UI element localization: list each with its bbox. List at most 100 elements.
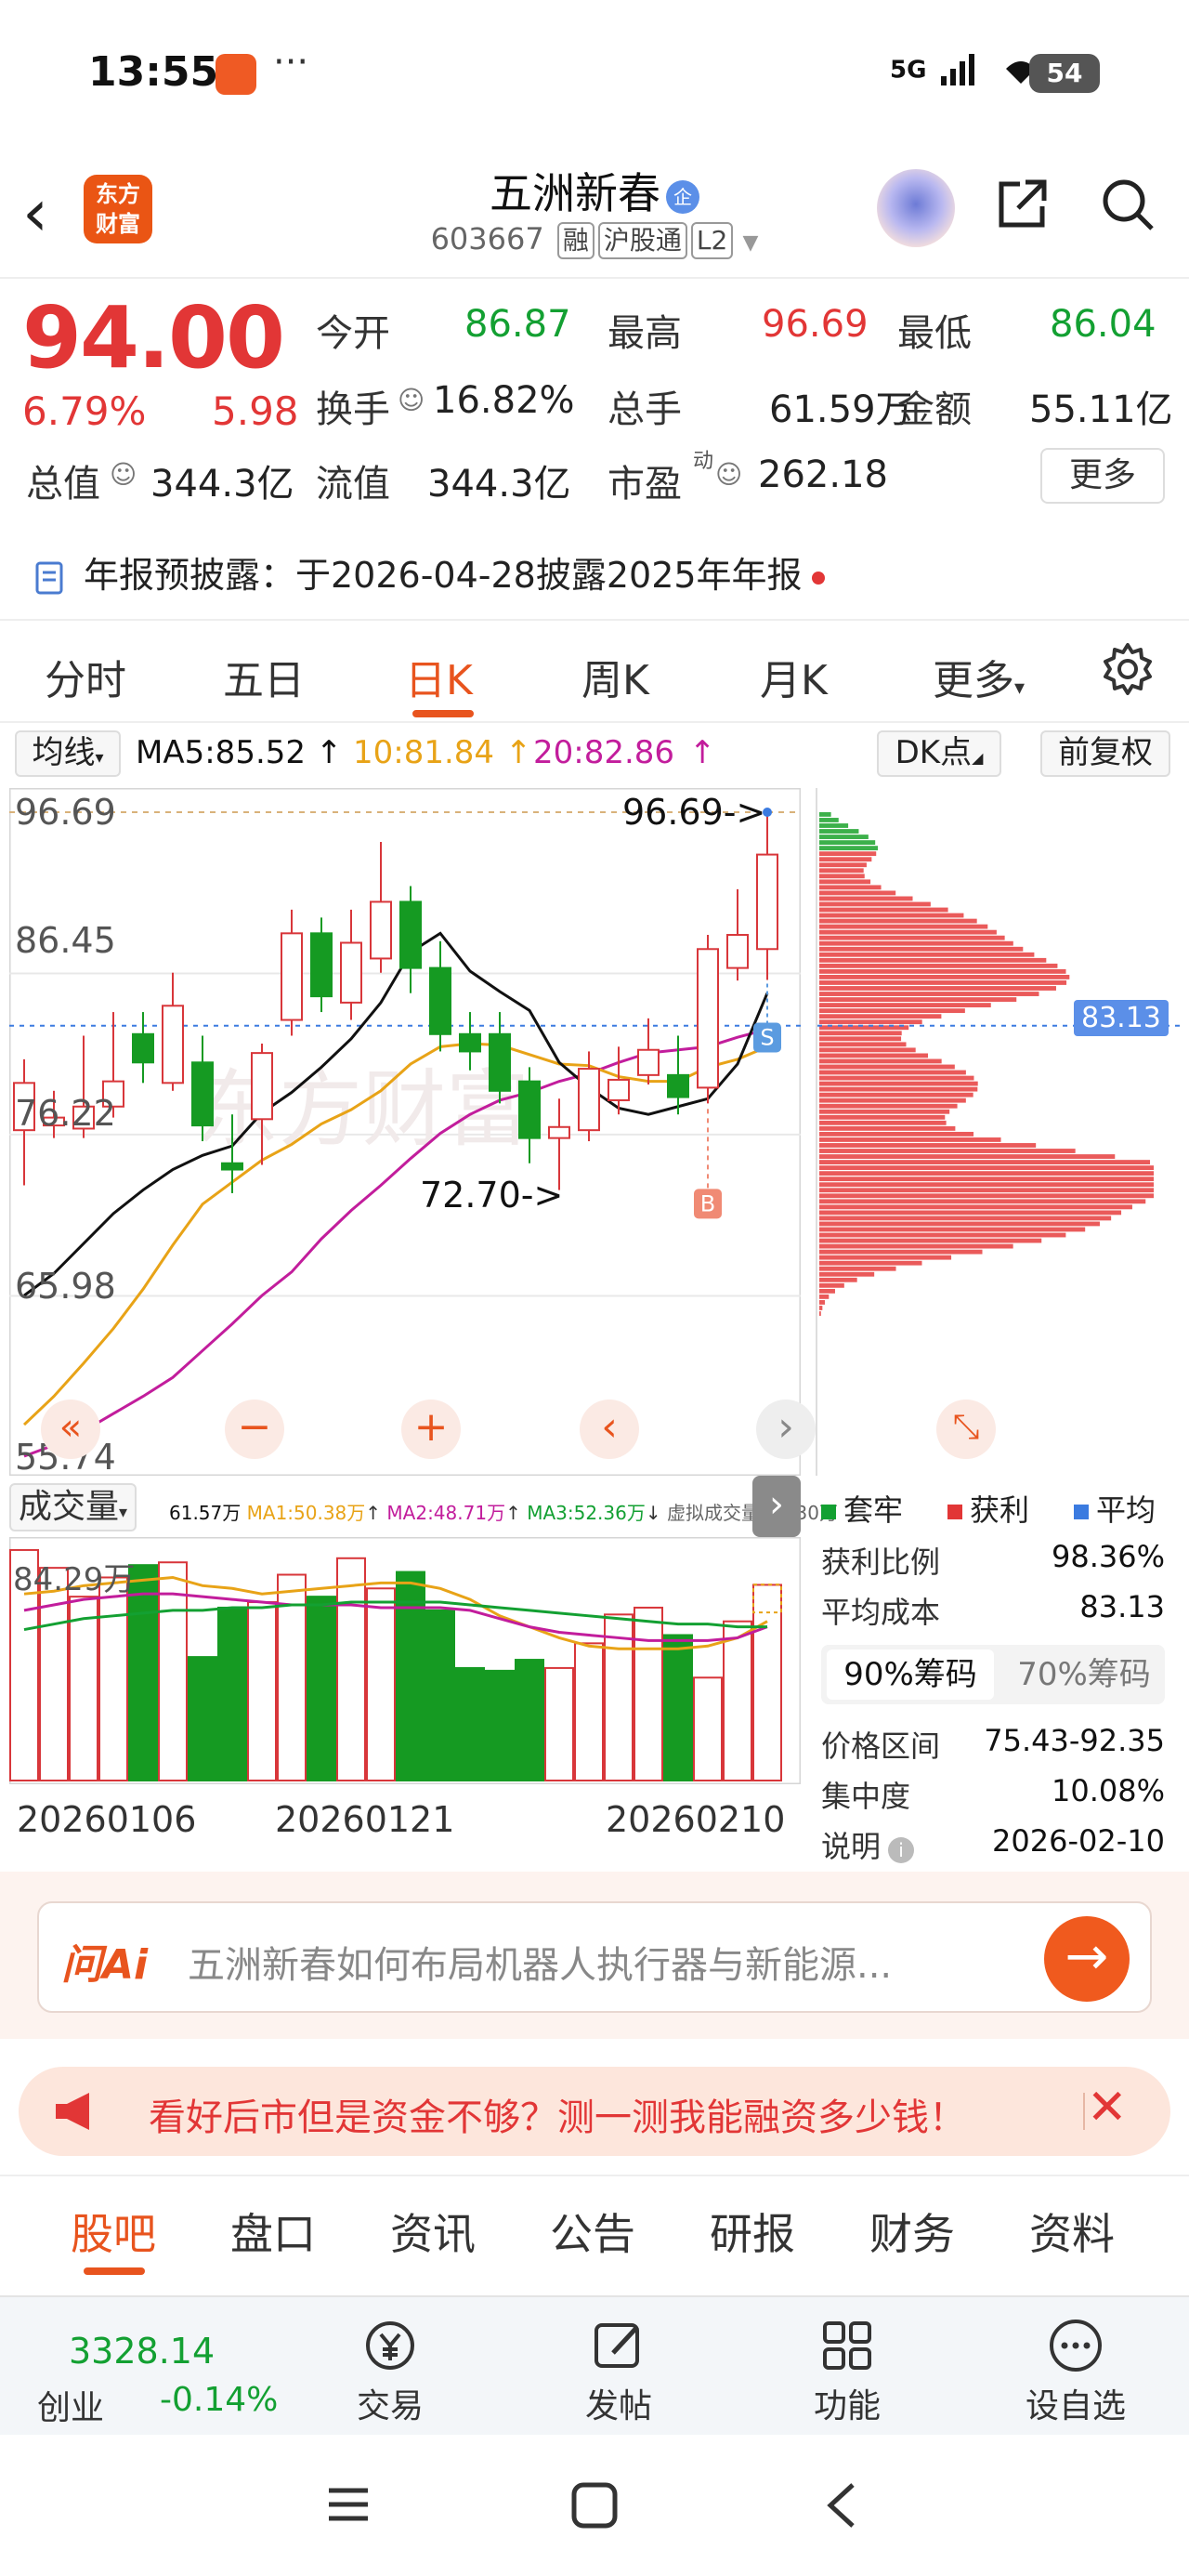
- info-icon[interactable]: ☺: [398, 385, 425, 415]
- close-icon[interactable]: ✕: [1087, 2080, 1128, 2136]
- float-cap-label: 流值: [316, 463, 390, 506]
- volume-bar: [574, 1642, 604, 1782]
- nav-functions[interactable]: 功能: [791, 2316, 903, 2427]
- stock-code: 603667: [430, 221, 544, 256]
- chip-bar: [819, 997, 1017, 1002]
- tab-90-chips[interactable]: 90%筹码: [827, 1649, 994, 1700]
- chip-bar: [819, 1160, 1151, 1164]
- menu-icon[interactable]: [325, 2481, 372, 2528]
- chevron-down-icon[interactable]: ▼: [743, 231, 759, 255]
- chip-bar: [819, 1238, 1042, 1243]
- chip-bar: [819, 1070, 966, 1075]
- nav-add-watchlist[interactable]: 设自选: [1020, 2316, 1131, 2427]
- chip-range-tabs: 90%筹码 70%筹码: [821, 1645, 1165, 1704]
- chip-bar: [819, 1137, 1001, 1142]
- candle-up: [251, 1052, 273, 1121]
- change-percent: 6.79%: [22, 388, 147, 434]
- volume-bar: [188, 1656, 217, 1781]
- tab-daily-k[interactable]: 日K: [405, 647, 473, 706]
- chip-bar: [819, 1204, 1132, 1210]
- indicator-selector[interactable]: 均线▾: [15, 730, 121, 777]
- chip-bar: [819, 1188, 1154, 1193]
- share-icon[interactable]: [992, 175, 1052, 234]
- volume-bar: [693, 1676, 723, 1781]
- arrow-right-icon[interactable]: →: [1044, 1916, 1130, 2002]
- tab-profile[interactable]: 资料: [1029, 2201, 1115, 2262]
- amount-value: 55.11亿: [1029, 388, 1173, 431]
- note-row: 说明 i 2026-02-10: [821, 1823, 1165, 1866]
- amount-label: 金额: [897, 388, 972, 431]
- chip-bar: [819, 896, 913, 901]
- volume-bar: [247, 1601, 277, 1781]
- tab-research[interactable]: 研报: [710, 2201, 795, 2262]
- volume-selector[interactable]: 成交量▾: [9, 1483, 137, 1531]
- tab-five-day[interactable]: 五日: [223, 647, 305, 706]
- tab-announcements[interactable]: 公告: [550, 2201, 635, 2262]
- candle-down: [399, 900, 422, 969]
- content-tabs: 股吧 盘口 资讯 公告 研报 财务 资料: [0, 2175, 1189, 2277]
- info-icon[interactable]: ☺: [715, 459, 742, 490]
- chip-bar: [819, 1227, 1086, 1232]
- back-nav-icon[interactable]: [819, 2479, 866, 2531]
- legend-trapped: 套牢: [821, 1487, 903, 1530]
- chip-bar: [819, 1036, 902, 1042]
- next-icon[interactable]: ›: [756, 1400, 816, 1459]
- chip-bar: [819, 835, 869, 839]
- more-circle-icon: [1050, 2320, 1102, 2372]
- zoom-out-icon[interactable]: −: [225, 1400, 284, 1459]
- ai-question: 五洲新春如何布局机器人执行器与新能源...: [188, 1944, 893, 1987]
- expand-indicator-icon[interactable]: ›: [752, 1476, 801, 1537]
- chip-bar: [819, 823, 849, 828]
- annual-report-notice[interactable]: 年报预披露：于2026-04-28披露2025年年报: [33, 546, 825, 598]
- unread-dot: [811, 571, 825, 585]
- info-icon[interactable]: i: [888, 1837, 915, 1863]
- chip-bar: [819, 1120, 947, 1125]
- info-icon[interactable]: ☺: [110, 459, 137, 490]
- pe-value: 262.18: [758, 453, 888, 496]
- adjust-mode-button[interactable]: 前复权: [1040, 730, 1170, 777]
- candlestick-chart[interactable]: 东方财富BS: [9, 788, 801, 1476]
- promo-banner[interactable]: 看好后市但是资金不够？测一测我能融资多少钱！ ✕: [19, 2067, 1170, 2156]
- tab-finance[interactable]: 财务: [869, 2201, 955, 2262]
- nav-trade-label: 交易: [356, 2387, 424, 2425]
- tab-orderbook[interactable]: 盘口: [230, 2201, 316, 2262]
- tab-weekly-k[interactable]: 周K: [581, 647, 649, 706]
- legend-average: 平均: [1074, 1487, 1156, 1530]
- prev-icon[interactable]: ‹: [580, 1400, 639, 1459]
- system-navigation: [0, 2435, 1189, 2576]
- buy-signal-label: B: [700, 1190, 715, 1216]
- zoom-in-icon[interactable]: +: [401, 1400, 461, 1459]
- gear-icon[interactable]: [1100, 641, 1156, 697]
- rewind-icon[interactable]: «: [41, 1400, 100, 1459]
- volume-selector-label: 成交量: [19, 1488, 120, 1526]
- home-icon[interactable]: [570, 2481, 619, 2530]
- chip-bar: [819, 1260, 922, 1266]
- search-icon[interactable]: [1098, 175, 1157, 234]
- ma5-value: MA5:85.52: [136, 734, 307, 771]
- y-tick-label: 86.45: [15, 920, 116, 961]
- tab-intraday[interactable]: 分时: [45, 647, 126, 706]
- chip-bar: [819, 818, 839, 822]
- chip-bar: [819, 924, 988, 929]
- volume-bar: [307, 1596, 336, 1781]
- chip-bar: [819, 940, 1013, 946]
- open-label: 今开: [316, 312, 390, 355]
- chip-bar: [819, 975, 1070, 979]
- ai-question-box[interactable]: 问Ai 五洲新春如何布局机器人执行器与新能源... →: [37, 1901, 1152, 2013]
- candle-down: [518, 1080, 541, 1139]
- chip-bar: [819, 1311, 821, 1316]
- tab-monthly-k[interactable]: 月K: [760, 647, 828, 706]
- tab-news[interactable]: 资讯: [390, 2201, 476, 2262]
- tab-70-chips[interactable]: 70%筹码: [1007, 1649, 1161, 1700]
- nav-post[interactable]: 发帖: [563, 2316, 674, 2427]
- tab-forum[interactable]: 股吧: [71, 2201, 156, 2262]
- more-button[interactable]: 更多: [1040, 448, 1165, 504]
- tab-more[interactable]: 更多▾: [933, 647, 1025, 706]
- dk-point-button[interactable]: DK点◢: [877, 730, 1001, 777]
- candle-up: [756, 853, 778, 951]
- ai-assistant-avatar[interactable]: [877, 169, 955, 247]
- chip-bar: [819, 1003, 991, 1008]
- volume-current: 61.57万: [169, 1502, 242, 1524]
- nav-trade[interactable]: 交易: [334, 2316, 446, 2427]
- volume-bar: [98, 1576, 128, 1781]
